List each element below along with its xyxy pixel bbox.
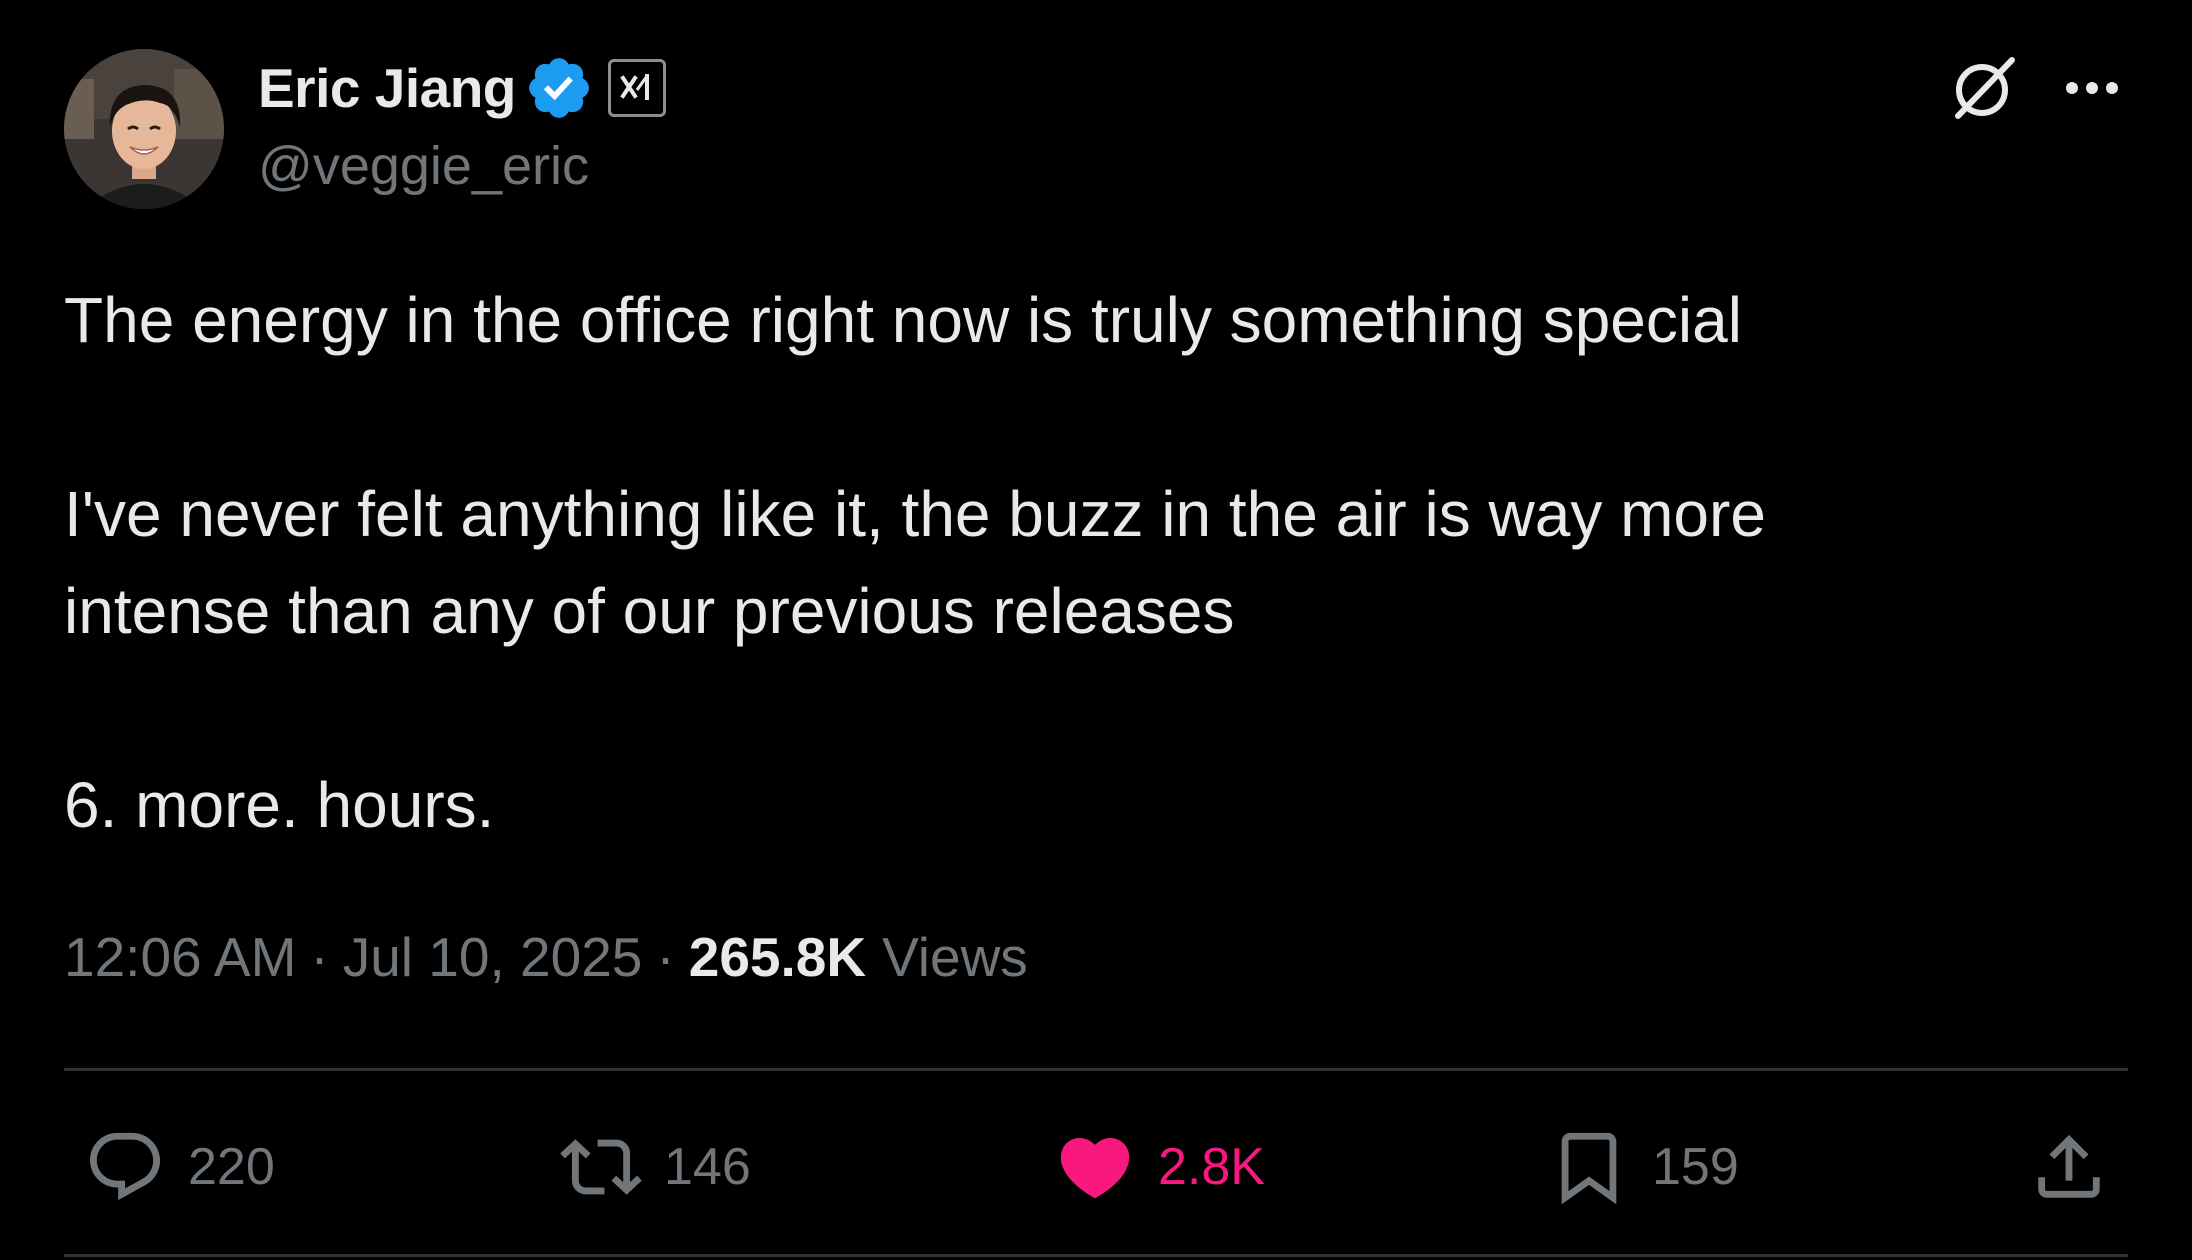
tweet-text: The energy in the office right now is tr…	[64, 272, 2124, 854]
author-display-name[interactable]: Eric Jiang	[258, 56, 516, 120]
views-count[interactable]: 265.8K	[689, 925, 866, 989]
views-label: Views	[882, 926, 1028, 988]
like-count: 2.8K	[1158, 1138, 1265, 1196]
xai-logo-icon	[620, 74, 649, 100]
bookmark-count: 159	[1652, 1138, 1739, 1196]
like-button[interactable]: 2.8K	[1054, 1126, 1265, 1208]
repost-button[interactable]: 146	[560, 1126, 751, 1208]
meta-separator: ·	[656, 926, 675, 988]
author-handle[interactable]: @veggie_eric	[258, 135, 589, 197]
tweet-meta: 12:06 AM · Jul 10, 2025 · 265.8K Views	[64, 925, 1028, 989]
repost-icon	[560, 1139, 642, 1195]
tweet-detail: Eric Jiang @veggie_eric The energy in th…	[0, 0, 2192, 1260]
divider	[64, 1068, 2128, 1071]
divider	[64, 1254, 2128, 1257]
share-button[interactable]	[2028, 1126, 2110, 1208]
heart-filled-icon	[1060, 1137, 1130, 1199]
bookmark-icon	[1561, 1132, 1617, 1205]
share-icon	[2038, 1134, 2100, 1198]
affiliate-xai-badge[interactable]	[607, 59, 666, 117]
tweet-paragraph: The energy in the office right now is tr…	[64, 284, 1742, 356]
tweet-paragraph: 6. more. hours.	[64, 769, 495, 841]
avatar[interactable]	[64, 49, 224, 209]
bookmark-button[interactable]: 159	[1548, 1126, 1739, 1208]
reply-button[interactable]: 220	[84, 1126, 275, 1208]
grok-icon[interactable]	[1948, 52, 2020, 124]
repost-count: 146	[664, 1138, 751, 1196]
tweet-paragraph: I've never felt anything like it, the bu…	[64, 478, 1766, 647]
more-options-icon[interactable]	[2062, 70, 2122, 106]
tweet-date[interactable]: Jul 10, 2025	[343, 925, 643, 989]
tweet-time[interactable]: 12:06 AM	[64, 925, 296, 989]
reply-icon	[89, 1132, 161, 1201]
verified-badge-icon[interactable]	[524, 53, 594, 123]
meta-separator: ·	[310, 926, 329, 988]
author-name-row: Eric Jiang	[258, 56, 666, 120]
reply-count: 220	[188, 1138, 275, 1196]
